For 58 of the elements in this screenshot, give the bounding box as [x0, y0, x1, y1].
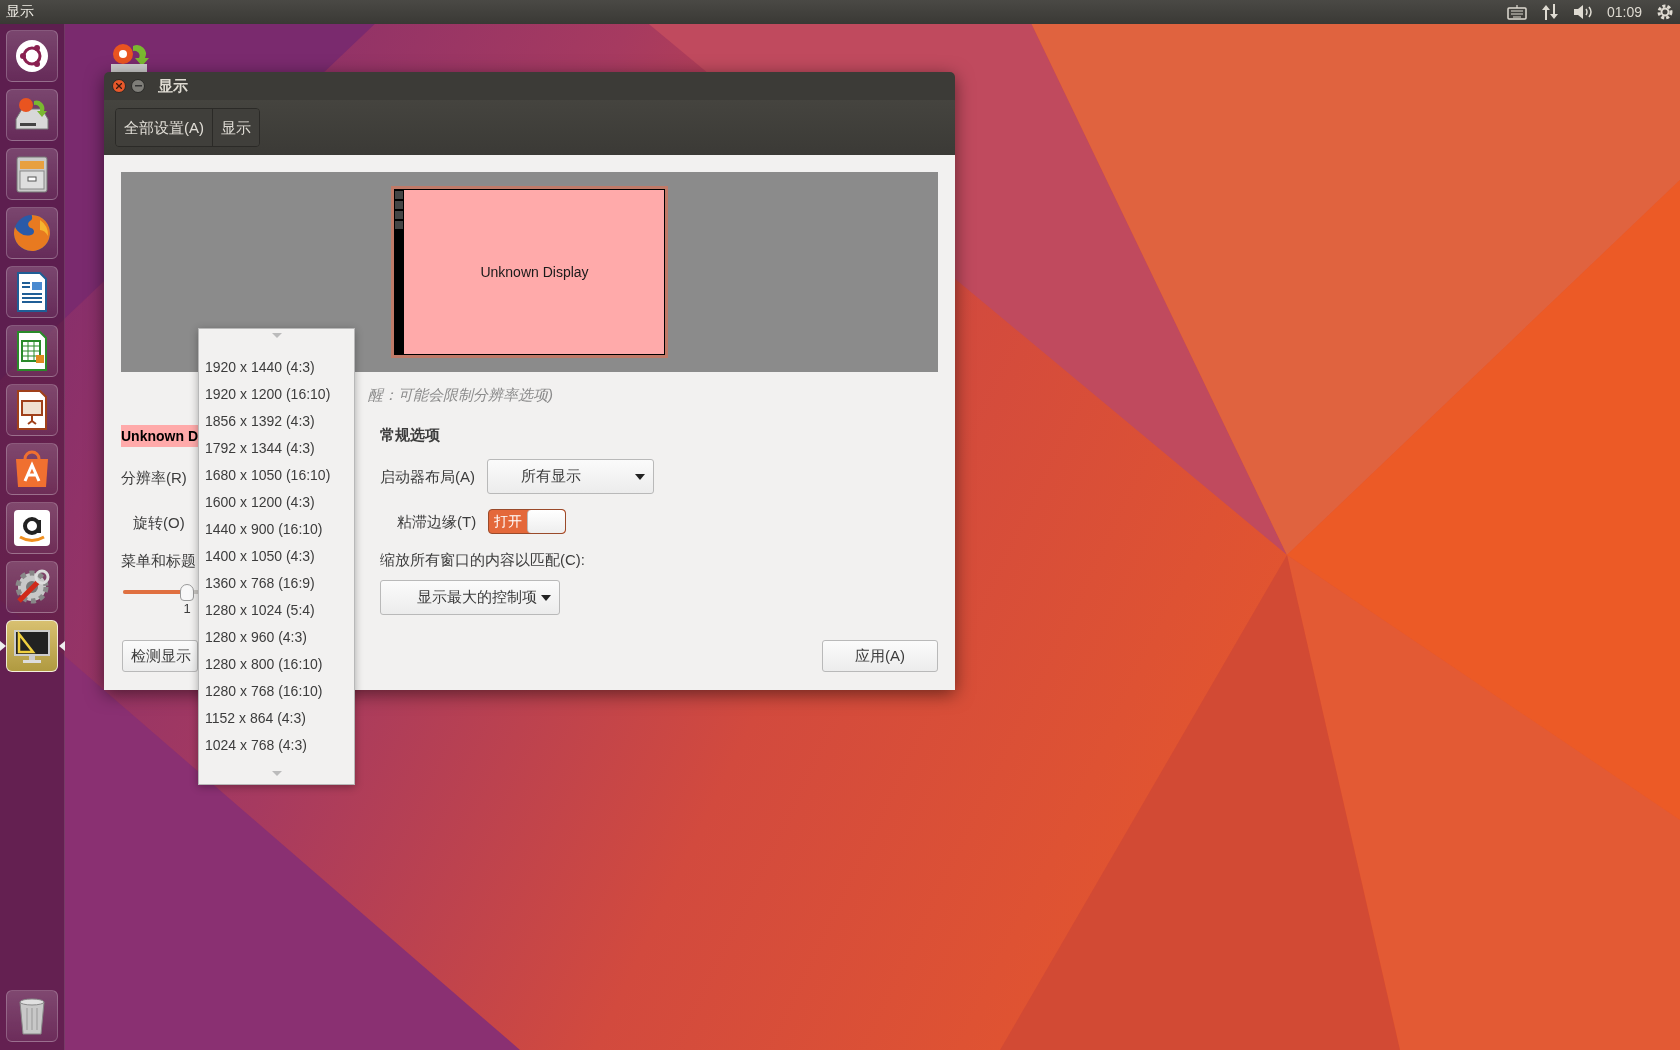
- detect-displays-button[interactable]: 检测显示: [122, 640, 198, 672]
- resolution-option[interactable]: 1360 x 768 (16:9): [199, 570, 354, 597]
- apply-button[interactable]: 应用(A): [822, 640, 938, 672]
- resolution-option[interactable]: 1600 x 1200 (4:3): [199, 489, 354, 516]
- volume-icon[interactable]: [1572, 4, 1593, 20]
- scale-value: 1: [183, 601, 191, 616]
- scale-all-dropdown[interactable]: 显示最大的控制项: [380, 580, 560, 615]
- settings-icon[interactable]: [1656, 3, 1674, 21]
- close-icon: [116, 83, 122, 89]
- app-title: 显示: [6, 3, 34, 21]
- launcher-button[interactable]: [6, 325, 58, 377]
- launcher-button[interactable]: [6, 561, 58, 613]
- launcher-button[interactable]: [6, 502, 58, 554]
- keyboard-icon[interactable]: [1506, 4, 1527, 20]
- launcher-button[interactable]: [6, 89, 58, 141]
- rotation-label: 旋转(O): [133, 513, 185, 533]
- resolution-option[interactable]: 1024 x 768 (4:3): [199, 732, 354, 759]
- resolution-option[interactable]: 1280 x 800 (16:10): [199, 651, 354, 678]
- launcher-button[interactable]: [6, 148, 58, 200]
- launcher-layout-label: 启动器布局(A): [380, 466, 475, 487]
- display-name: Unknown Display: [480, 264, 589, 280]
- display-name-label: Unknown D: [121, 425, 200, 447]
- window-title: 显示: [158, 76, 188, 96]
- slider-thumb[interactable]: [180, 584, 195, 601]
- minimize-button[interactable]: [131, 79, 145, 93]
- resolution-option[interactable]: 1440 x 900 (16:10): [199, 516, 354, 543]
- caret-icon: [541, 594, 551, 601]
- launcher-button[interactable]: [6, 620, 58, 672]
- sticky-edges-label: 粘滞边缘(T): [397, 511, 477, 532]
- resolution-option[interactable]: 1152 x 864 (4:3): [199, 705, 354, 732]
- minimize-icon: [134, 85, 142, 87]
- launcher-button[interactable]: [6, 30, 58, 82]
- resolution-option[interactable]: 1792 x 1344 (4:3): [199, 435, 354, 462]
- launcher-button[interactable]: [6, 266, 58, 318]
- resolution-option[interactable]: 1920 x 1200 (16:10): [199, 381, 354, 408]
- breadcrumb-button[interactable]: 全部设置(A): [116, 109, 212, 146]
- scale-label: 菜单和标题: [121, 551, 196, 571]
- network-icon[interactable]: [1540, 3, 1559, 21]
- resolution-option[interactable]: 1280 x 768 (16:10): [199, 678, 354, 705]
- caret-icon: [635, 473, 645, 480]
- resolution-option[interactable]: 1680 x 1050 (16:10): [199, 462, 354, 489]
- launcher-button[interactable]: [6, 384, 58, 436]
- close-button[interactable]: [112, 79, 126, 93]
- resolution-option[interactable]: 1280 x 960 (4:3): [199, 624, 354, 651]
- resolution-option[interactable]: 1920 x 1440 (4:3): [199, 354, 354, 381]
- hint-text: 醒：可能会限制分辨率选项): [368, 386, 553, 405]
- trash-button[interactable]: [6, 990, 58, 1042]
- breadcrumb-button[interactable]: 显示: [212, 109, 259, 146]
- resolution-option[interactable]: 1400 x 1050 (4:3): [199, 543, 354, 570]
- resolution-label: 分辨率(R): [121, 468, 187, 488]
- resolution-option[interactable]: 1280 x 1024 (5:4): [199, 597, 354, 624]
- clock[interactable]: 01:09: [1606, 4, 1642, 20]
- launcher-layout-dropdown[interactable]: 所有显示: [487, 459, 654, 494]
- section-heading: 常规选项: [380, 425, 440, 445]
- resolution-option[interactable]: 1856 x 1392 (4:3): [199, 408, 354, 435]
- scale-all-label: 缩放所有窗口的内容以匹配(C):: [380, 550, 585, 570]
- launcher-button[interactable]: [6, 443, 58, 495]
- display-preview[interactable]: Unknown Display: [391, 186, 668, 358]
